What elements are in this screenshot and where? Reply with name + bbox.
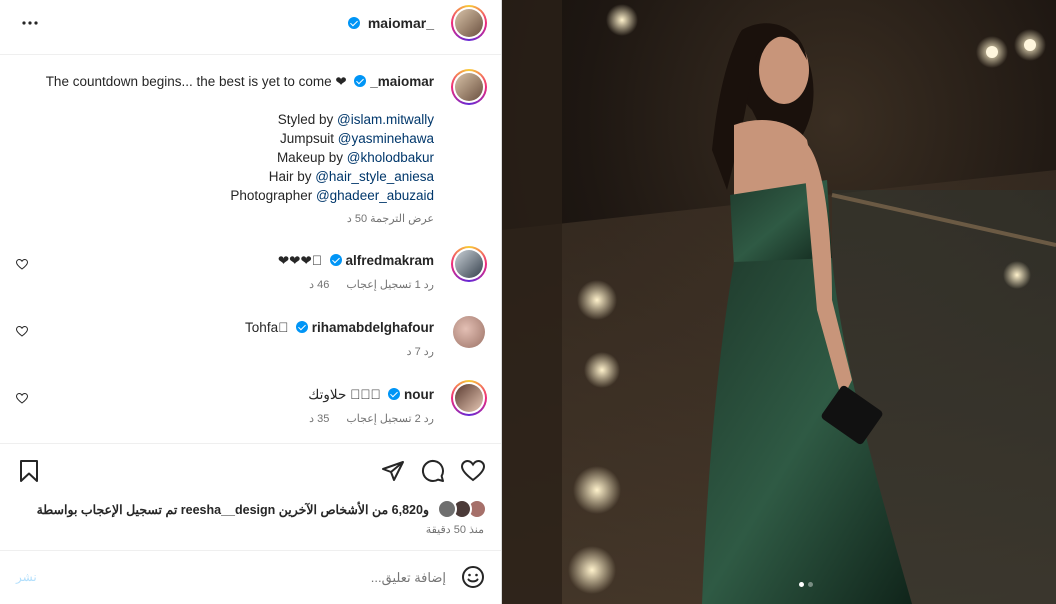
caption-credit-line: Makeup by @kholodbakur: [277, 150, 434, 165]
caption-text: The countdown begins... the best is yet …: [45, 74, 347, 89]
paper-plane-icon: [382, 461, 404, 481]
credit-handle-link[interactable]: @hair_style_aniesa: [315, 169, 434, 184]
comment-body: ❤❤❤􀀀 alfredmakram: [278, 253, 434, 269]
credit-handle-link[interactable]: @yasminehawa: [338, 131, 434, 146]
caption-credit-line: Jumpsuit @yasminehawa: [280, 131, 434, 146]
actions-divider: [0, 443, 501, 444]
caption-credit-line: Hair by @hair_style_aniesa: [269, 169, 434, 184]
comment-body: حلاوتك 􀀀􀀀􀀀 nour: [308, 387, 434, 403]
comment-avatar[interactable]: [453, 316, 485, 348]
comment-username[interactable]: nour: [404, 387, 434, 402]
comment-input[interactable]: [60, 566, 446, 588]
caption-username[interactable]: _maiomar: [370, 74, 434, 89]
comment-time: 35 د: [309, 413, 330, 425]
heart-icon: [460, 459, 486, 482]
comment-text: حلاوتك 􀀀􀀀􀀀: [308, 387, 381, 402]
comment-likes-count[interactable]: 2 تسجيل إعجاب: [346, 413, 420, 425]
verified-badge-icon: [295, 321, 308, 333]
comment-avatar[interactable]: [451, 380, 487, 416]
caption-credit-line: Styled by @islam.mitwally: [278, 112, 434, 127]
credit-label: Jumpsuit: [279, 131, 338, 146]
header-avatar[interactable]: [451, 5, 487, 41]
like-comment-heart-icon[interactable]: [16, 326, 28, 337]
caption-time: 50 د: [346, 213, 368, 225]
like-button[interactable]: [460, 459, 486, 483]
header-username-row: maiomar_: [347, 15, 434, 31]
credit-label: Styled by: [277, 112, 338, 127]
post-photo-image: [502, 0, 1056, 604]
comment-username[interactable]: rihamabdelghafour: [312, 320, 434, 335]
post-photo[interactable]: [502, 0, 1056, 604]
header-divider: [0, 54, 501, 55]
comment-meta: رد 7 د: [393, 345, 434, 358]
see-translation-link[interactable]: عرض الترجمة: [370, 213, 434, 225]
caption-credit-line: Photographer @ghadeer_abuzaid: [230, 188, 434, 203]
like-comment-heart-icon[interactable]: [16, 259, 28, 270]
liker-avatars[interactable]: [437, 499, 487, 519]
comment-likes-count[interactable]: 1 تسجيل إعجاب: [346, 279, 420, 291]
like-comment-heart-icon[interactable]: [16, 393, 28, 404]
carousel-dot-active: [799, 582, 804, 587]
bookmark-icon: [20, 460, 38, 482]
comment-meta: رد 1 تسجيل إعجاب 46 د: [295, 278, 434, 291]
credit-handle-link[interactable]: @ghadeer_abuzaid: [316, 188, 434, 203]
caption-meta: عرض الترجمة 50 د: [333, 212, 434, 225]
comment-username[interactable]: alfredmakram: [345, 253, 434, 268]
emoji-button[interactable]: [461, 565, 485, 589]
carousel-dot: [808, 582, 813, 587]
comment-bubble-icon: [421, 459, 444, 482]
reply-button[interactable]: رد: [424, 346, 434, 358]
comment-avatar[interactable]: [451, 246, 487, 282]
comment-meta: رد 2 تسجيل إعجاب 35 د: [295, 412, 434, 425]
credit-label: Makeup by: [276, 150, 347, 165]
likes-text[interactable]: تم تسجيل الإعجاب بواسطة reesha__design و…: [37, 502, 429, 517]
verified-badge-icon: [354, 75, 367, 87]
comment-button[interactable]: [421, 459, 445, 483]
comment-time: 7 د: [406, 346, 421, 358]
caption-first-line: The countdown begins... the best is yet …: [46, 74, 434, 90]
ellipsis-icon: [22, 21, 38, 25]
verified-badge-icon: [388, 388, 401, 400]
credit-label: Photographer: [230, 188, 316, 203]
post-time: منذ 50 دقيقة: [425, 524, 484, 536]
share-button[interactable]: [381, 459, 405, 483]
comment-text: ❤❤❤􀀀: [277, 253, 322, 268]
comments-panel: maiomar_ The countdown begins... the bes…: [0, 0, 502, 604]
verified-badge-icon: [329, 254, 342, 266]
comment-text: Tohfa􀀀: [245, 320, 289, 335]
credit-handle-link[interactable]: @kholodbakur: [347, 150, 434, 165]
reply-button[interactable]: رد: [424, 279, 434, 291]
save-button[interactable]: [17, 459, 41, 483]
caption-avatar[interactable]: [451, 69, 487, 105]
emoji-smile-icon: [462, 566, 484, 588]
credit-handle-link[interactable]: @islam.mitwally: [337, 112, 434, 127]
more-options-button[interactable]: [18, 11, 42, 35]
verified-badge-icon: [347, 17, 360, 29]
credit-label: Hair by: [268, 169, 316, 184]
reply-button[interactable]: رد: [424, 413, 434, 425]
header-username[interactable]: maiomar_: [368, 15, 434, 31]
comment-body: Tohfa􀀀 rihamabdelghafour: [245, 320, 434, 335]
comment-time: 46 د: [309, 279, 330, 291]
post-dialog: maiomar_ The countdown begins... the bes…: [0, 0, 1056, 604]
post-comment-button[interactable]: نشر: [16, 570, 37, 584]
composer-divider: [0, 550, 501, 551]
liker-avatar: [437, 499, 457, 519]
